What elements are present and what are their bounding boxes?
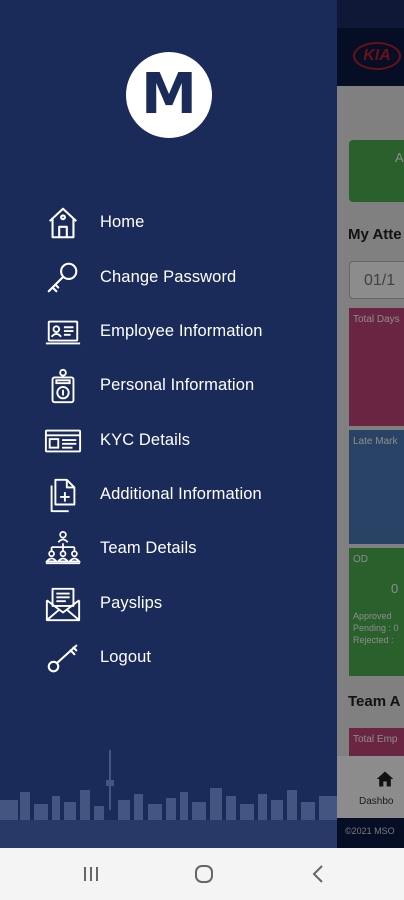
menu-item-home[interactable]: Home — [0, 195, 337, 249]
logout-key-icon — [42, 639, 84, 677]
home-icon — [42, 204, 84, 242]
badge-icon — [42, 367, 84, 405]
menu-item-team-details[interactable]: Team Details — [0, 521, 337, 575]
envelope-icon — [42, 585, 84, 623]
navigation-drawer: M Home Change Password Employee Informat… — [0, 0, 337, 848]
add-document-icon — [42, 476, 84, 514]
back-icon[interactable] — [300, 860, 336, 888]
key-icon — [42, 259, 84, 297]
menu-item-change-password[interactable]: Change Password — [0, 250, 337, 304]
menu-label-logout: Logout — [100, 648, 152, 666]
menu-label-team-details: Team Details — [100, 539, 197, 557]
drawer-scrim[interactable] — [337, 0, 404, 848]
menu-label-payslips: Payslips — [100, 594, 163, 612]
menu-item-logout[interactable]: Logout — [0, 630, 337, 684]
menu-item-additional-information[interactable]: Additional Information — [0, 467, 337, 521]
home-button-icon[interactable] — [186, 860, 222, 888]
team-hierarchy-icon — [42, 530, 84, 568]
menu-label-kyc-details: KYC Details — [100, 431, 191, 449]
avatar-letter: M — [141, 62, 197, 127]
menu-label-personal-information: Personal Information — [100, 376, 255, 394]
menu-label-home: Home — [100, 213, 145, 231]
id-card-icon — [42, 313, 84, 351]
menu-label-additional-information: Additional Information — [100, 485, 262, 503]
avatar: M — [126, 52, 212, 138]
menu-label-change-password: Change Password — [100, 268, 237, 286]
menu-item-employee-information[interactable]: Employee Information — [0, 304, 337, 358]
menu-item-kyc-details[interactable]: KYC Details — [0, 413, 337, 467]
document-card-icon — [42, 422, 84, 460]
menu-item-personal-information[interactable]: Personal Information — [0, 358, 337, 412]
system-navigation-bar — [0, 848, 404, 900]
menu-label-employee-information: Employee Information — [100, 322, 263, 340]
recent-apps-icon[interactable] — [73, 860, 109, 888]
menu-item-payslips[interactable]: Payslips — [0, 576, 337, 630]
city-skyline-decoration — [0, 750, 337, 848]
